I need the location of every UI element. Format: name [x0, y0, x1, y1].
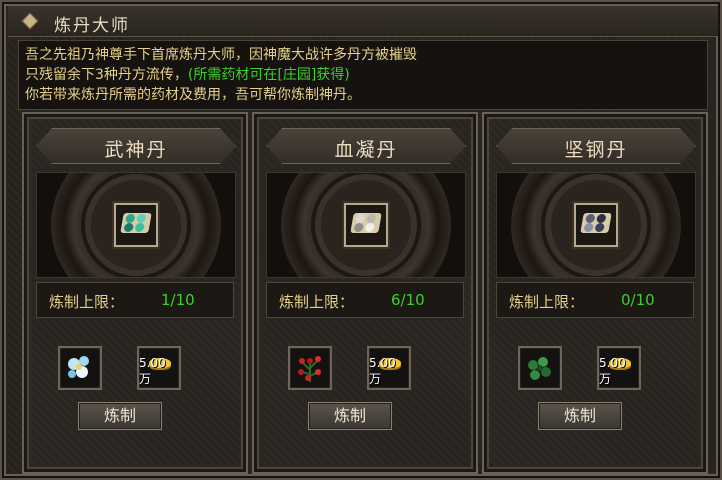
cauldron-stage: [496, 172, 696, 278]
craft-button[interactable]: 炼制: [78, 402, 162, 430]
pill-icon: [596, 214, 607, 223]
pill-tray-icon: [580, 213, 612, 233]
craft-limit: 炼制上限： 0/10: [496, 282, 694, 318]
craft-limit-value: 1/10: [161, 291, 195, 309]
pill-tray-icon: [350, 213, 382, 233]
gold-cost-slot[interactable]: 5.00万: [137, 346, 181, 390]
description-line-1: 吾之先祖乃神尊手下首席炼丹大师，因神魔大战许多丹方被摧毁: [25, 47, 417, 63]
recipe-card-xuenindan: 血凝丹 炼制上限： 6/10 5.00万 炼制: [252, 112, 478, 474]
alchemy-window: 炼丹大师 吾之先祖乃神尊手下首席炼丹大师，因神魔大战许多丹方被摧毁 只残留余下3…: [0, 0, 722, 480]
craft-limit: 炼制上限： 6/10: [266, 282, 464, 318]
craft-button[interactable]: 炼制: [308, 402, 392, 430]
cauldron-stage: [36, 172, 236, 278]
blue-herb-icon: [68, 356, 89, 378]
craft-limit-label: 炼制上限：: [279, 293, 355, 311]
pill-icon: [136, 214, 147, 223]
diamond-icon: [21, 12, 39, 30]
card-header: 血凝丹: [266, 128, 466, 164]
card-name: 武神丹: [104, 139, 168, 161]
cauldron-stage: [266, 172, 466, 278]
pill-icon: [594, 223, 605, 232]
description-line-2: 只残留余下3种丹方流传，(所需药材可在[庄园]获得): [25, 65, 701, 85]
green-herb-icon: [528, 357, 551, 380]
pill-item-slot[interactable]: [574, 203, 618, 247]
pill-icon: [366, 214, 377, 223]
craft-limit-value: 0/10: [621, 291, 655, 309]
craft-limit: 炼制上限： 1/10: [36, 282, 234, 318]
card-name: 坚钢丹: [564, 139, 628, 161]
recipe-card-wushendan: 武神丹 炼制上限： 1/10 5.00万 炼制: [22, 112, 248, 474]
card-header: 坚钢丹: [496, 128, 696, 164]
pill-icon: [364, 223, 375, 232]
herb-ingredient-slot[interactable]: [518, 346, 562, 390]
card-name: 血凝丹: [334, 139, 398, 161]
description-line-3: 你若带来炼丹所需的药材及费用，吾可帮你炼制神丹。: [25, 87, 361, 103]
gold-cost-value: 5.00万: [139, 356, 166, 386]
pill-icon: [355, 214, 366, 223]
herb-ingredient-slot[interactable]: [288, 346, 332, 390]
description-line-2-text: 只残留余下3种丹方流传，: [25, 67, 188, 83]
craft-limit-value: 6/10: [391, 291, 425, 309]
pill-icon: [125, 214, 136, 223]
red-berry-herb-icon: [298, 356, 321, 382]
pill-icon: [353, 223, 364, 232]
pill-icon: [123, 223, 134, 232]
herb-ingredient-slot[interactable]: [58, 346, 102, 390]
craft-limit-label: 炼制上限：: [49, 293, 125, 311]
gold-cost-value: 5.00万: [599, 356, 626, 386]
pill-item-slot[interactable]: [344, 203, 388, 247]
description-panel: 吾之先祖乃神尊手下首席炼丹大师，因神魔大战许多丹方被摧毁 只残留余下3种丹方流传…: [18, 40, 708, 110]
title-bar: 炼丹大师: [8, 6, 718, 37]
gold-cost-slot[interactable]: 5.00万: [597, 346, 641, 390]
craft-limit-label: 炼制上限：: [509, 293, 585, 311]
card-header: 武神丹: [36, 128, 236, 164]
pill-icon: [583, 223, 594, 232]
pill-icon: [585, 214, 596, 223]
craft-button[interactable]: 炼制: [538, 402, 622, 430]
gold-cost-value: 5.00万: [369, 356, 396, 386]
gold-cost-slot[interactable]: 5.00万: [367, 346, 411, 390]
pill-tray-icon: [120, 213, 152, 233]
recipe-card-jiangangdan: 坚钢丹 炼制上限： 0/10 5.00万 炼制: [482, 112, 708, 474]
window-title: 炼丹大师: [54, 16, 130, 36]
description-line-2-highlight: (所需药材可在[庄园]获得): [187, 67, 350, 83]
pill-icon: [134, 223, 145, 232]
pill-item-slot[interactable]: [114, 203, 158, 247]
